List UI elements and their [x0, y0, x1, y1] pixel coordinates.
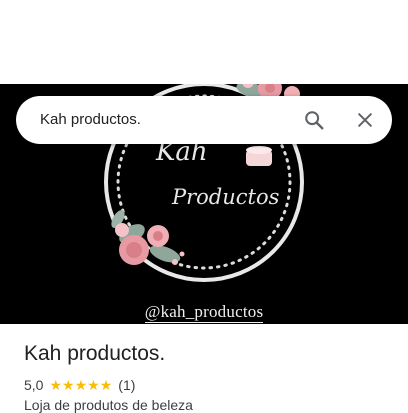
- rating-value: 5,0: [24, 377, 44, 393]
- star-icon: ★: [87, 377, 100, 393]
- search-icon: [305, 111, 324, 130]
- rating-row[interactable]: 5,0 ★ ★ ★ ★ ★ (1): [24, 376, 135, 394]
- star-rating: ★ ★ ★ ★ ★: [49, 378, 112, 392]
- place-category: Loja de produtos de beleza: [24, 397, 193, 413]
- star-icon: ★: [99, 377, 113, 393]
- star-icon: ★: [74, 377, 88, 393]
- clear-search-button[interactable]: [349, 104, 381, 136]
- instagram-handle: @kah_productos: [144, 302, 264, 323]
- flower-cluster-left: [111, 209, 185, 265]
- review-count[interactable]: (1): [118, 377, 135, 393]
- top-blank-area: [0, 0, 408, 84]
- search-bar[interactable]: [16, 96, 392, 144]
- logo-text-line2: Productos: [171, 185, 280, 209]
- search-button[interactable]: [298, 104, 330, 136]
- close-icon: [358, 113, 372, 127]
- place-title: Kah productos.: [24, 342, 166, 365]
- star-icon: ★: [62, 377, 75, 393]
- search-input[interactable]: [40, 96, 280, 144]
- star-icon: ★: [49, 377, 63, 393]
